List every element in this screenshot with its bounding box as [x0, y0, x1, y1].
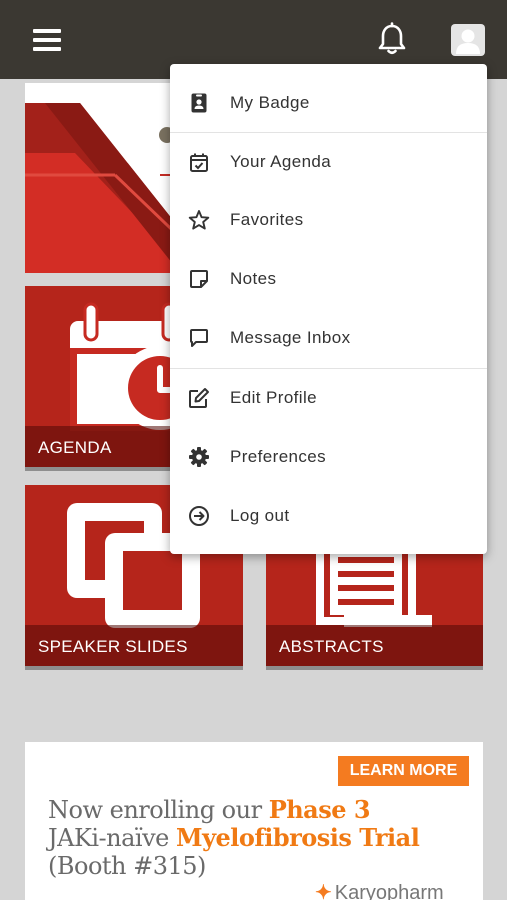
menu-item-edit-profile[interactable]: Edit Profile: [170, 369, 487, 427]
menu-item-my-badge[interactable]: My Badge: [170, 74, 487, 132]
ad-line1-text: Now enrolling our: [48, 796, 269, 824]
menu-item-label: Message Inbox: [230, 328, 351, 347]
star-icon: [188, 209, 210, 231]
hamburger-menu-icon[interactable]: [33, 27, 63, 53]
menu-item-label: Preferences: [230, 447, 327, 466]
menu-item-label: Favorites: [230, 210, 304, 229]
edit-icon: [188, 387, 210, 409]
menu-item-preferences[interactable]: Preferences: [170, 428, 487, 486]
sponsor-advertisement[interactable]: LEARN MORE Now enrolling our Phase 3 JAK…: [25, 742, 483, 900]
sponsor-name: Karyopharm: [334, 882, 444, 900]
ad-line1-highlight: Phase 3: [268, 795, 371, 824]
user-avatar-icon[interactable]: [451, 24, 485, 56]
menu-item-label: Your Agenda: [230, 152, 332, 171]
ad-headline: Now enrolling our Phase 3 JAKi-naïve Mye…: [48, 795, 468, 881]
menu-item-notes[interactable]: Notes: [170, 250, 487, 308]
menu-item-label: My Badge: [230, 93, 310, 112]
menu-item-favorites[interactable]: Favorites: [170, 191, 487, 249]
learn-more-button[interactable]: LEARN MORE: [338, 756, 469, 786]
menu-item-label: Notes: [230, 269, 277, 288]
menu-item-log-out[interactable]: Log out: [170, 487, 487, 545]
logout-icon: [188, 505, 210, 527]
menu-item-label: Log out: [230, 506, 290, 525]
ad-line2-highlight: Myelofibrosis Trial: [176, 823, 420, 852]
gear-icon: [188, 446, 210, 468]
abstracts-tile-label: ABSTRACTS: [266, 625, 483, 666]
notification-bell-icon[interactable]: [376, 22, 408, 56]
note-icon: [188, 268, 210, 290]
menu-item-your-agenda[interactable]: Your Agenda: [170, 133, 487, 191]
calendar-check-icon: [188, 151, 210, 173]
message-icon: [188, 327, 210, 349]
profile-dropdown-menu: My Badge Your Agenda Favorites Notes Mes…: [170, 64, 487, 554]
menu-item-message-inbox[interactable]: Message Inbox: [170, 309, 487, 367]
speaker-slides-tile-label: SPEAKER SLIDES: [25, 625, 243, 666]
sponsor-logo-mark-icon: ✦: [315, 882, 332, 900]
menu-item-label: Edit Profile: [230, 388, 318, 407]
ad-line2-text: JAKi-naïve: [48, 824, 176, 852]
badge-icon: [188, 92, 210, 114]
sponsor-logo: ✦ Karyopharm: [315, 880, 444, 900]
ad-line3-text: (Booth #315): [48, 852, 206, 880]
